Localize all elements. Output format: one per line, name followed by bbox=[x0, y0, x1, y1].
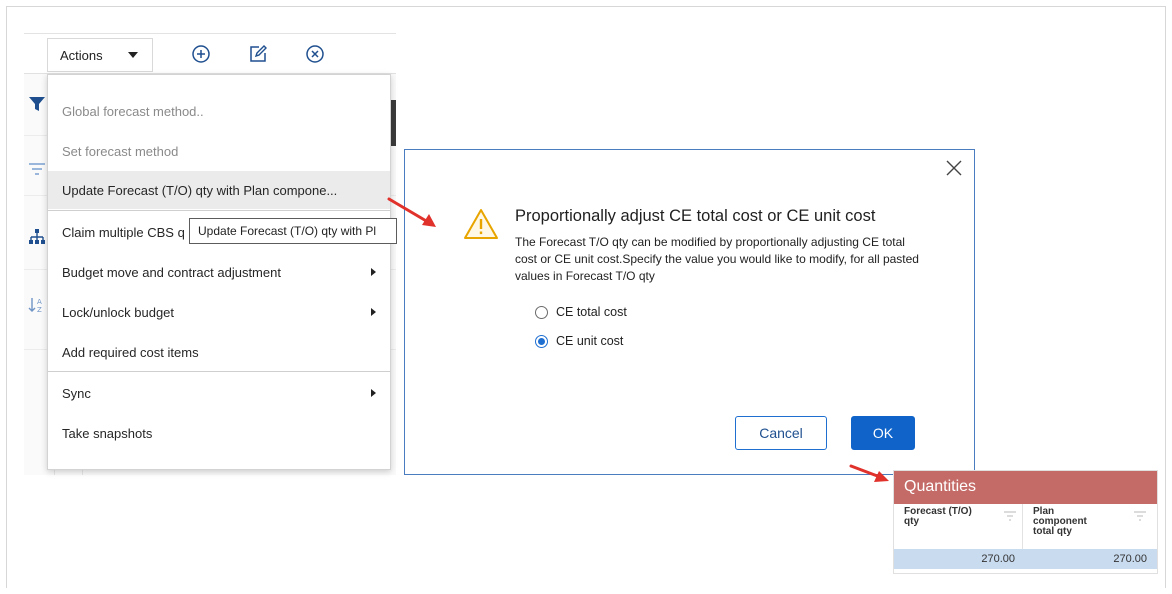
menu-item-set-forecast-method[interactable]: Set forecast method bbox=[48, 132, 390, 170]
cancel-button[interactable]: Cancel bbox=[735, 416, 827, 450]
tooltip: Update Forecast (T/O) qty with Pl bbox=[189, 218, 397, 244]
radio-label: CE total cost bbox=[556, 305, 627, 319]
menu-item-label: Lock/unlock budget bbox=[62, 304, 175, 320]
chevron-right-icon bbox=[371, 268, 376, 276]
menu-divider bbox=[48, 210, 390, 211]
menu-item-sync[interactable]: Sync bbox=[48, 374, 390, 412]
table-row[interactable]: 270.00 270.00 bbox=[894, 549, 1157, 569]
dialog-message: The Forecast T/O qty can be modified by … bbox=[515, 235, 919, 283]
close-circle-icon[interactable] bbox=[304, 43, 326, 65]
menu-item-label: Sync bbox=[62, 385, 91, 401]
menu-item-global-forecast-method[interactable]: Global forecast method.. bbox=[48, 92, 390, 130]
dialog-title: Proportionally adjust CE total cost or C… bbox=[515, 207, 876, 225]
quantities-title: Quantities bbox=[894, 471, 1157, 504]
filter-icon[interactable] bbox=[28, 95, 46, 113]
menu-item-label: Claim multiple CBS q bbox=[62, 224, 185, 240]
menu-item-label: Update Forecast (T/O) qty with Plan comp… bbox=[62, 182, 338, 198]
column-header-plan-component-total-qty[interactable]: Plan component total qty bbox=[1033, 507, 1103, 537]
menu-divider bbox=[48, 371, 390, 372]
column-filter-icon[interactable] bbox=[1004, 511, 1016, 521]
menu-item-label: Add required cost items bbox=[62, 344, 199, 360]
menu-item-label: Global forecast method.. bbox=[62, 103, 204, 119]
sort-az-icon[interactable]: A Z bbox=[28, 296, 46, 314]
column-header-forecast-qty[interactable]: Forecast (T/O) qty bbox=[904, 507, 984, 527]
menu-item-label: Take snapshots bbox=[62, 425, 153, 441]
chevron-right-icon bbox=[371, 308, 376, 316]
forecast-qty-value: 270.00 bbox=[981, 553, 1015, 565]
toolbar-divider bbox=[24, 33, 396, 34]
radio-label: CE unit cost bbox=[556, 334, 624, 348]
menu-item-add-required-cost-items[interactable]: Add required cost items bbox=[48, 333, 390, 371]
svg-text:Z: Z bbox=[37, 306, 42, 314]
menu-item-take-snapshots[interactable]: Take snapshots bbox=[48, 414, 390, 452]
plan-component-total-qty-value: 270.00 bbox=[1113, 553, 1147, 565]
add-circle-icon[interactable] bbox=[190, 43, 212, 65]
chevron-down-icon bbox=[128, 52, 138, 58]
warning-icon bbox=[464, 209, 498, 239]
menu-item-lock-unlock-budget[interactable]: Lock/unlock budget bbox=[48, 293, 390, 331]
actions-dropdown-button[interactable]: Actions bbox=[47, 38, 153, 72]
chevron-right-icon bbox=[371, 389, 376, 397]
hierarchy-icon[interactable] bbox=[28, 228, 46, 246]
column-filter-icon[interactable] bbox=[1134, 511, 1146, 521]
radio-ce-unit-cost[interactable]: CE unit cost bbox=[535, 334, 623, 348]
ok-button[interactable]: OK bbox=[851, 416, 915, 450]
actions-label: Actions bbox=[60, 47, 103, 63]
list-filter-icon[interactable] bbox=[28, 160, 46, 178]
menu-item-update-forecast-qty[interactable]: Update Forecast (T/O) qty with Plan comp… bbox=[48, 171, 390, 209]
radio-button[interactable] bbox=[535, 305, 548, 319]
menu-item-label: Set forecast method bbox=[62, 143, 179, 159]
radio-ce-total-cost[interactable]: CE total cost bbox=[535, 305, 627, 319]
close-icon[interactable] bbox=[944, 158, 964, 178]
svg-text:A: A bbox=[37, 298, 42, 306]
quantities-panel: Quantities Forecast (T/O) qty Plan compo… bbox=[893, 470, 1158, 574]
adjust-cost-dialog: Proportionally adjust CE total cost or C… bbox=[404, 149, 975, 475]
radio-button-selected[interactable] bbox=[535, 334, 548, 348]
menu-item-label: Budget move and contract adjustment bbox=[62, 264, 281, 280]
actions-menu: Global forecast method.. Set forecast me… bbox=[47, 74, 391, 470]
edit-icon[interactable] bbox=[247, 43, 269, 65]
menu-item-budget-move[interactable]: Budget move and contract adjustment bbox=[48, 253, 390, 291]
